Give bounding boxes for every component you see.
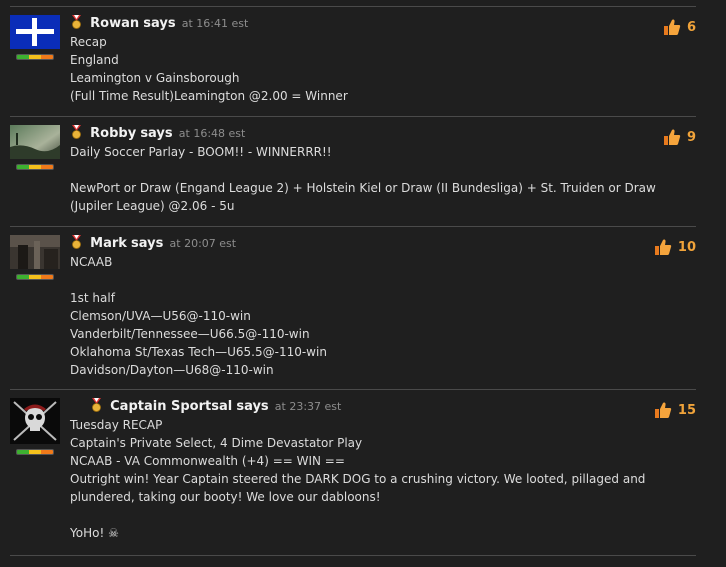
comment-line: Davidson/Dayton—U68@-110-win [70, 363, 274, 377]
comment-line: Vanderbilt/Tennessee—U66.5@-110-win [70, 327, 310, 341]
thumbs-up-icon [663, 19, 681, 35]
timestamp: at 20:07 est [169, 237, 237, 250]
divider [10, 555, 696, 556]
avatar[interactable] [10, 125, 60, 170]
comment: Robby says at 16:48 est Daily Soccer Par… [10, 116, 696, 226]
like-button[interactable]: 10 [636, 237, 696, 257]
skull-avatar [10, 398, 60, 444]
thumbs-up-icon [654, 402, 672, 418]
flag-avatar [10, 15, 60, 49]
says-label: says [236, 399, 269, 414]
reputation-bar [16, 54, 54, 60]
comment-line: Oklahoma St/Texas Tech—U65.5@-110-win [70, 345, 327, 359]
thumbs-up-icon [663, 129, 681, 145]
comment-line: 1st half [70, 291, 115, 305]
comment-text: Daily Soccer Parlay - BOOM!! - WINNERRR!… [70, 143, 656, 215]
timestamp: at 23:37 est [274, 400, 342, 413]
like-button[interactable]: 6 [636, 17, 696, 37]
says-label: says [131, 236, 164, 251]
says-label: says [140, 126, 173, 141]
comment-line: NewPort or Draw (Engand League 2) + Hols… [70, 181, 656, 195]
comment-line: (Full Time Result)Leamington @2.00 = Win… [70, 89, 348, 103]
comment-line: Daily Soccer Parlay - BOOM!! - WINNERRR!… [70, 145, 332, 159]
like-button[interactable]: 15 [636, 400, 696, 420]
comment-line: Leamington v Gainsborough [70, 71, 240, 85]
like-button[interactable]: 9 [636, 127, 696, 147]
comment-line [70, 506, 626, 524]
comment-text: Recap England Leamington v Gainsborough … [70, 33, 626, 105]
comment-line: (Jupiler League) @2.06 - 5u [70, 199, 235, 213]
author-name[interactable]: Mark [90, 236, 127, 251]
avatar[interactable] [10, 15, 60, 60]
comment-text: Tuesday RECAP Captain's Private Select, … [70, 416, 646, 542]
comment-line: Tuesday RECAP [70, 418, 163, 432]
comment: Captain Sportsal says at 23:37 est Tuesd… [10, 389, 696, 555]
comment-line: Recap [70, 35, 107, 49]
reputation-bar [16, 164, 54, 170]
comment-line: Clemson/UVA—U56@-110-win [70, 309, 251, 323]
medal-icon [90, 398, 103, 412]
comment-line: NCAAB - VA Commonwealth (+4) == WIN == [70, 454, 345, 468]
author-name[interactable]: Robby [90, 126, 136, 141]
timestamp: at 16:48 est [178, 127, 246, 140]
medal-icon [70, 125, 83, 139]
comment-line: NCAAB [70, 255, 113, 269]
comment-line: plundered, taking our booty! We love our… [70, 490, 381, 504]
reputation-bar [16, 449, 54, 455]
like-count: 6 [686, 19, 696, 35]
comment-line [70, 271, 626, 289]
comment-line: Outright win! Year Captain steered the D… [70, 472, 646, 486]
photo-avatar [10, 235, 60, 269]
comment-line: Captain's Private Select, 4 Dime Devasta… [70, 436, 363, 450]
comment-text: NCAAB 1st half Clemson/UVA—U56@-110-win … [70, 253, 626, 379]
like-count: 10 [677, 239, 696, 255]
photo-avatar [10, 125, 60, 159]
like-count: 9 [686, 129, 696, 145]
comment-line [70, 161, 626, 179]
reputation-bar [16, 274, 54, 280]
comment-line: YoHo! ☠ [70, 526, 119, 540]
thumbs-up-icon [654, 239, 672, 255]
timestamp: at 16:41 est [181, 17, 249, 30]
avatar[interactable] [10, 235, 60, 280]
says-label: says [143, 16, 176, 31]
like-count: 15 [677, 402, 696, 418]
comment-feed: Rowan says at 16:41 est Recap England Le… [0, 6, 726, 556]
medal-icon [70, 235, 83, 249]
avatar[interactable] [10, 398, 60, 455]
medal-icon [70, 15, 83, 29]
author-name[interactable]: Rowan [90, 16, 139, 31]
comment-line: England [70, 53, 119, 67]
comment: Mark says at 20:07 est NCAAB 1st half Cl… [10, 226, 696, 389]
author-name[interactable]: Captain Sportsal [110, 399, 232, 414]
comment: Rowan says at 16:41 est Recap England Le… [10, 6, 696, 116]
